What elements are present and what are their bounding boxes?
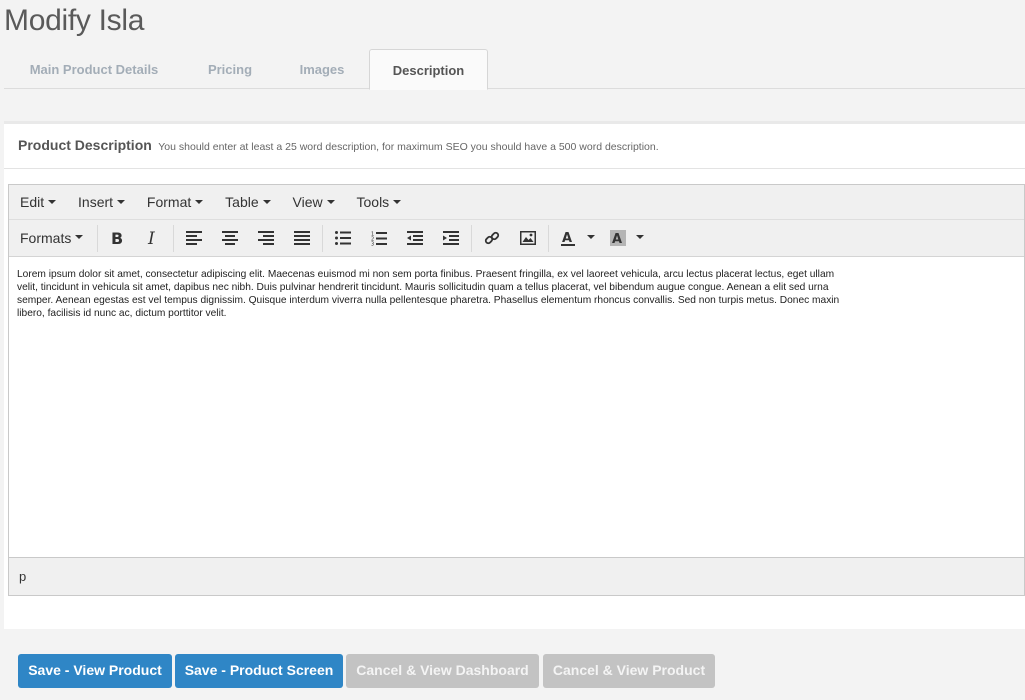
formats-dropdown[interactable]: Formats bbox=[9, 226, 85, 250]
align-center-icon[interactable] bbox=[216, 226, 244, 250]
background-color-dropdown[interactable] bbox=[633, 226, 647, 250]
content-line: semper. Aenean egestas est vel tempus di… bbox=[17, 295, 840, 306]
toolbar-divider bbox=[322, 225, 323, 252]
content-line: libero, facilisis id nunc ac, dictum por… bbox=[17, 308, 227, 319]
tab-main-product-details[interactable]: Main Product Details bbox=[4, 49, 184, 89]
save-product-screen-button[interactable]: Save - Product Screen bbox=[175, 654, 343, 688]
editor-content[interactable]: Lorem ipsum dolor sit amet, consectetur … bbox=[9, 257, 1024, 557]
caret-down-icon bbox=[262, 200, 271, 205]
link-icon[interactable] bbox=[478, 226, 506, 250]
cancel-view-dashboard-button[interactable]: Cancel & View Dashboard bbox=[346, 654, 539, 688]
numbered-list-icon[interactable]: 123 bbox=[365, 226, 393, 250]
caret-down-icon bbox=[75, 235, 84, 239]
element-path[interactable]: p bbox=[19, 569, 26, 584]
caret-down-icon bbox=[48, 200, 57, 205]
background-color-icon[interactable]: A bbox=[604, 226, 632, 250]
svg-text:3: 3 bbox=[371, 241, 374, 246]
panel-title: Product Description bbox=[18, 137, 152, 153]
editor-toolbar: Formats B I 1 2 3 A A bbox=[9, 220, 1024, 257]
bullet-list-icon[interactable] bbox=[329, 226, 357, 250]
align-justify-icon[interactable] bbox=[288, 226, 316, 250]
indent-icon[interactable] bbox=[437, 226, 465, 250]
text-color-icon[interactable]: A bbox=[554, 226, 582, 250]
panel-note: You should enter at least a 25 word desc… bbox=[158, 141, 659, 153]
svg-text:A: A bbox=[612, 232, 622, 246]
menu-table[interactable]: Table bbox=[225, 194, 271, 210]
menu-view[interactable]: View bbox=[293, 194, 335, 210]
caret-down-icon bbox=[117, 200, 126, 205]
italic-icon[interactable]: I bbox=[139, 226, 167, 250]
save-view-product-button[interactable]: Save - View Product bbox=[18, 654, 172, 688]
text-color-dropdown[interactable] bbox=[584, 226, 598, 250]
caret-down-icon bbox=[195, 200, 204, 205]
rich-text-editor: Edit Insert Format Table View Tools Form… bbox=[8, 184, 1025, 596]
product-tabs: Main Product Details Pricing Images Desc… bbox=[4, 49, 1025, 90]
page-title: Modify Isla bbox=[4, 4, 145, 37]
align-left-icon[interactable] bbox=[180, 226, 208, 250]
outdent-icon[interactable] bbox=[401, 226, 429, 250]
toolbar-divider bbox=[548, 225, 549, 252]
caret-down-icon bbox=[636, 235, 644, 239]
align-right-icon[interactable] bbox=[252, 226, 280, 250]
tab-pricing[interactable]: Pricing bbox=[184, 49, 276, 89]
menu-edit[interactable]: Edit bbox=[20, 194, 57, 210]
caret-down-icon bbox=[393, 200, 402, 205]
tab-images[interactable]: Images bbox=[276, 49, 368, 89]
menu-insert[interactable]: Insert bbox=[78, 194, 126, 210]
toolbar-divider bbox=[173, 225, 174, 252]
tab-description[interactable]: Description bbox=[369, 49, 488, 90]
svg-text:A: A bbox=[562, 231, 572, 246]
toolbar-divider bbox=[471, 225, 472, 252]
svg-text:B: B bbox=[111, 230, 123, 246]
description-panel: Product Description You should enter at … bbox=[4, 121, 1025, 629]
toolbar-divider bbox=[97, 225, 98, 252]
editor-menubar: Edit Insert Format Table View Tools bbox=[9, 185, 1024, 220]
menu-format[interactable]: Format bbox=[147, 194, 204, 210]
image-icon[interactable] bbox=[514, 226, 542, 250]
content-line: Lorem ipsum dolor sit amet, consectetur … bbox=[17, 269, 835, 280]
content-line: velit, tincidunt in vehicula sit amet, d… bbox=[17, 282, 829, 293]
svg-text:I: I bbox=[147, 230, 155, 246]
editor-statusbar: p bbox=[9, 557, 1024, 595]
caret-down-icon bbox=[326, 200, 335, 205]
menu-tools[interactable]: Tools bbox=[357, 194, 402, 210]
cancel-view-product-button[interactable]: Cancel & View Product bbox=[543, 654, 715, 688]
panel-header: Product Description You should enter at … bbox=[4, 124, 1025, 169]
caret-down-icon bbox=[587, 235, 595, 239]
bold-icon[interactable]: B bbox=[103, 226, 131, 250]
